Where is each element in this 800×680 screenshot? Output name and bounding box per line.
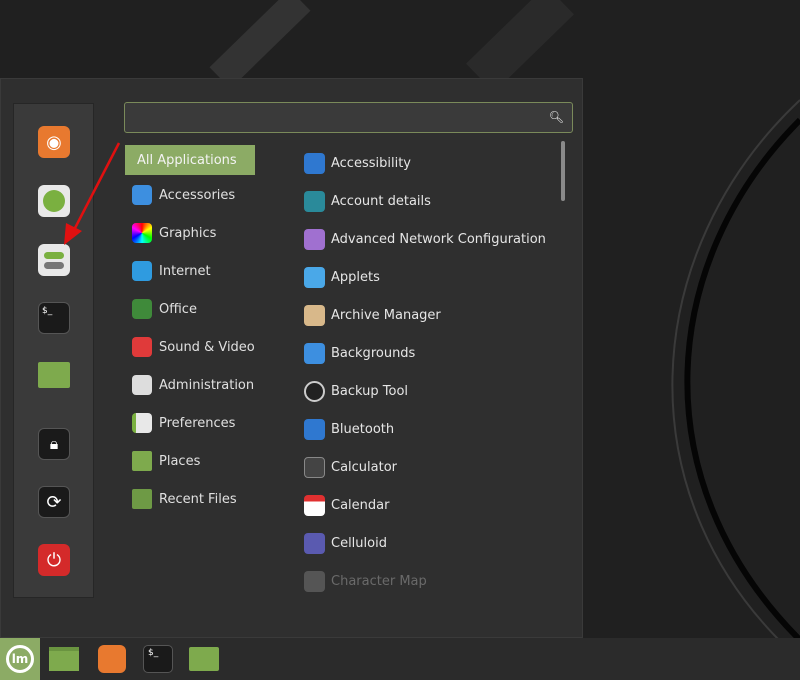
mint-logo-icon: lm xyxy=(6,645,34,673)
taskbar-home-folder[interactable] xyxy=(184,638,224,680)
terminal-icon: $_ xyxy=(143,645,173,673)
taskbar-firefox[interactable] xyxy=(92,638,132,680)
annotation-arrow xyxy=(0,0,800,680)
folder-icon xyxy=(189,647,219,671)
menu-button[interactable]: lm xyxy=(0,638,40,680)
folder-icon xyxy=(49,647,79,671)
taskbar: lm $_ xyxy=(0,638,800,680)
taskbar-terminal[interactable]: $_ xyxy=(138,638,178,680)
taskbar-files[interactable] xyxy=(44,638,84,680)
firefox-icon xyxy=(98,645,126,673)
